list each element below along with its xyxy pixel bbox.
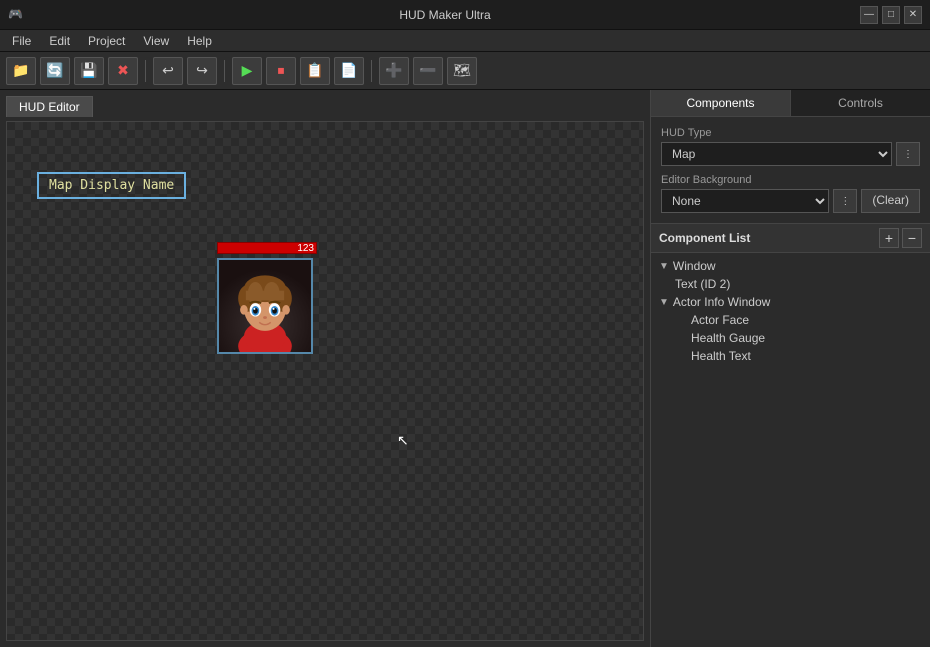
minimize-button[interactable]: — — [860, 6, 878, 24]
close-button[interactable]: ✕ — [904, 6, 922, 24]
maximize-button[interactable]: □ — [882, 6, 900, 24]
editor-background-label: Editor Background — [661, 174, 920, 186]
hud-editor-tab[interactable]: HUD Editor — [6, 96, 93, 117]
hud-type-expand-button[interactable]: ⋮ — [896, 142, 920, 166]
right-panel: Components Controls HUD Type Map Battle … — [650, 90, 930, 647]
component-remove-button[interactable]: − — [902, 228, 922, 248]
toolbar-undo-button[interactable]: ↩ — [153, 57, 183, 85]
map-display-name-element[interactable]: Map Display Name — [37, 172, 186, 199]
app-title: HUD Maker Ultra — [30, 8, 860, 22]
tree-item-actor-face[interactable]: Actor Face — [651, 311, 930, 329]
hud-type-label: HUD Type — [661, 127, 920, 139]
editor-background-group: Editor Background None Grid Custom ⋮ (Cl… — [661, 174, 920, 213]
tree-item-actor-info-group[interactable]: ▼ Actor Info Window — [651, 293, 930, 311]
toolbar-paste-button[interactable]: 📄 — [334, 57, 364, 85]
canvas-background — [7, 122, 643, 640]
health-gauge-element: 123 — [217, 242, 317, 254]
controls-tab[interactable]: Controls — [791, 90, 930, 116]
component-tree: ▼ Window Text (ID 2) ▼ Actor Info Window… — [651, 253, 930, 369]
toolbar-redo-button[interactable]: ↪ — [187, 57, 217, 85]
panel-content: HUD Type Map Battle Menu ⋮ Editor Backgr… — [651, 117, 930, 223]
tree-label-text-id2: Text (ID 2) — [675, 277, 730, 291]
hud-type-group: HUD Type Map Battle Menu ⋮ — [661, 127, 920, 166]
toolbar-remove-button[interactable]: ➖ — [413, 57, 443, 85]
actor-info-window-element[interactable]: 123 — [217, 242, 317, 354]
menu-project[interactable]: Project — [80, 32, 133, 50]
hud-type-row: Map Battle Menu ⋮ — [661, 142, 920, 166]
menu-help[interactable]: Help — [179, 32, 220, 50]
toolbar-add-button[interactable]: ➕ — [379, 57, 409, 85]
component-list-title: Component List — [659, 231, 879, 245]
editor-background-select[interactable]: None Grid Custom — [661, 189, 829, 213]
toolbar-open-button[interactable]: 📁 — [6, 57, 36, 85]
menu-edit[interactable]: Edit — [41, 32, 78, 50]
toolbar-copy-button[interactable]: 📋 — [300, 57, 330, 85]
toolbar-sep-2 — [224, 60, 225, 82]
components-tab[interactable]: Components — [651, 90, 791, 116]
toolbar-close-button[interactable]: ✖ — [108, 57, 138, 85]
main-content: HUD Editor Map Display Name 123 — [0, 90, 930, 647]
toolbar: 📁 🔄 💾 ✖ ↩ ↪ ▶ ⏹ 📋 📄 ➕ ➖ 🗺 — [0, 52, 930, 90]
menu-bar: File Edit Project View Help — [0, 30, 930, 52]
editor-background-row: None Grid Custom ⋮ (Clear) — [661, 189, 920, 213]
left-panel: HUD Editor Map Display Name 123 — [0, 90, 650, 647]
toolbar-sep-1 — [145, 60, 146, 82]
menu-view[interactable]: View — [135, 32, 177, 50]
toolbar-reload-button[interactable]: 🔄 — [40, 57, 70, 85]
app-icon: 🎮 — [8, 7, 24, 23]
component-add-button[interactable]: + — [879, 228, 899, 248]
editor-background-clear-button[interactable]: (Clear) — [861, 189, 920, 213]
menu-file[interactable]: File — [4, 32, 39, 50]
tree-label-actor-info: Actor Info Window — [673, 295, 770, 309]
toolbar-map-button[interactable]: 🗺 — [447, 57, 477, 85]
component-list-header: Component List + − — [651, 223, 930, 253]
editor-background-expand-button[interactable]: ⋮ — [833, 189, 857, 213]
tree-item-health-gauge[interactable]: Health Gauge — [651, 329, 930, 347]
actor-face-element — [217, 258, 313, 354]
tree-arrow-window: ▼ — [659, 261, 669, 272]
tree-item-window-group[interactable]: ▼ Window — [651, 257, 930, 275]
title-bar: 🎮 HUD Maker Ultra — □ ✕ — [0, 0, 930, 30]
window-controls: — □ ✕ — [860, 6, 922, 24]
hud-canvas[interactable]: Map Display Name 123 — [6, 121, 644, 641]
tree-arrow-actor-info: ▼ — [659, 297, 669, 308]
editor-tab-bar: HUD Editor — [6, 96, 644, 117]
toolbar-save-button[interactable]: 💾 — [74, 57, 104, 85]
tree-label-actor-face: Actor Face — [691, 313, 749, 327]
panel-tab-bar: Components Controls — [651, 90, 930, 117]
tree-label-window: Window — [673, 259, 716, 273]
toolbar-sep-3 — [371, 60, 372, 82]
actor-face-svg — [219, 260, 311, 352]
health-bar-container: 123 — [217, 242, 317, 254]
health-text-element: 123 — [297, 243, 314, 255]
hud-type-select[interactable]: Map Battle Menu — [661, 142, 892, 166]
tree-label-health-gauge: Health Gauge — [691, 331, 765, 345]
tree-label-health-text: Health Text — [691, 349, 751, 363]
toolbar-play-button[interactable]: ▶ — [232, 57, 262, 85]
toolbar-stop-button[interactable]: ⏹ — [266, 57, 296, 85]
tree-item-text-id2[interactable]: Text (ID 2) — [651, 275, 930, 293]
tree-item-health-text[interactable]: Health Text — [651, 347, 930, 365]
